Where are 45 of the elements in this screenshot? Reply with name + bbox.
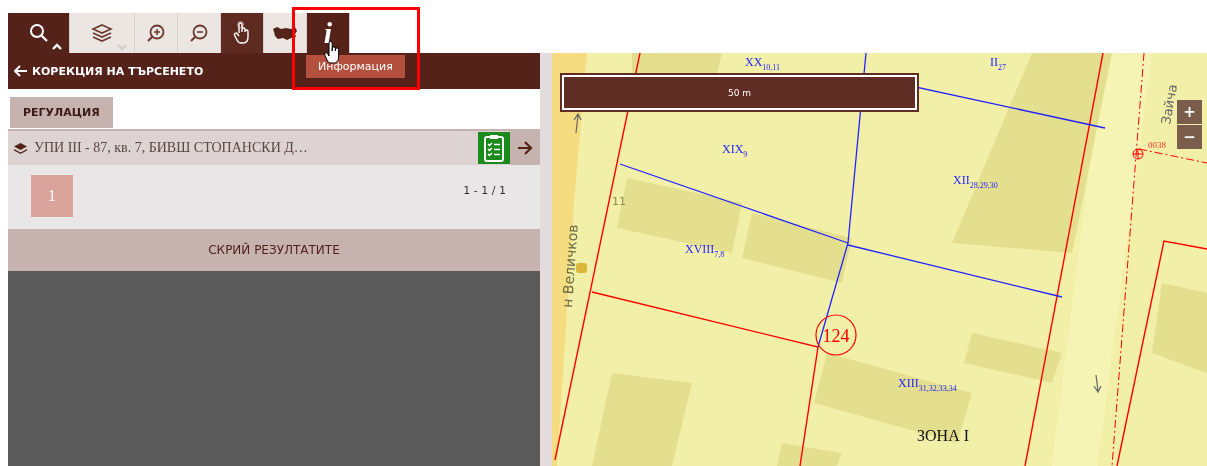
hand-pointer-icon [232,21,252,45]
street-label: Зайча [1158,83,1180,126]
zoom-out-button[interactable]: − [1177,125,1202,149]
parcel-label: XIII$_{31,32,33,34}$ [898,376,957,393]
back-link[interactable]: КОРЕКЦИЯ НА ТЪРСЕНЕТО [14,64,204,78]
result-title: УПИ III - 87, кв. 7, БИВШ СТОПАНСКИ Д… [34,140,309,156]
parcel-label: XII$_{28,29,30}$ [953,173,998,190]
point-label: 0038 [1148,140,1166,150]
zoom-out-tool-button[interactable] [178,13,221,53]
country-map-icon [272,25,298,41]
scale-bar: 50 m [562,75,917,110]
arrow-left-icon [14,65,28,77]
hide-results-button[interactable]: СКРИЙ РЕЗУЛТАТИТЕ [8,229,540,271]
parcel-label: II$_{27}$ [990,55,1006,72]
search-icon [28,23,49,43]
direction-arrow-icon [1093,374,1102,394]
zoom-in-icon [146,23,166,43]
pan-tool-button[interactable] [221,13,264,53]
survey-point-icon [1132,148,1144,160]
street-label: н Величков [559,223,581,309]
zone-label: ЗОНА I [917,427,969,444]
clipboard-checklist-icon [483,134,505,162]
plot-number: 124 [822,326,850,346]
direction-arrow-icon [573,112,582,134]
splitter-handle[interactable] [540,53,552,466]
zoom-out-icon [189,23,209,43]
country-tool-button[interactable] [264,13,307,53]
layers-icon [91,23,113,43]
arrow-right-icon [517,141,533,155]
open-result-button[interactable] [510,131,540,165]
result-range: 1 - 1 / 1 [463,184,506,197]
layers-tool-button[interactable] [70,13,135,53]
parcel-label: XVIII$_{7,8}$ [685,242,725,259]
layers-icon [14,142,27,154]
parcel-label: XX$_{10,11}$ [745,55,781,72]
parcel-label: XIX$_{9}$ [722,142,748,159]
plot-number-circle [815,314,857,356]
zoom-in-button[interactable]: + [1177,100,1202,124]
house-number: 11 [612,195,626,208]
zoom-in-tool-button[interactable] [135,13,178,53]
result-row[interactable]: УПИ III - 87, кв. 7, БИВШ СТОПАНСКИ Д… [8,129,540,165]
search-tool-button[interactable] [8,13,70,53]
tab[interactable]: РЕГУЛАЦИЯ [10,97,113,128]
report-button[interactable] [478,132,510,164]
tooltip: Информация [306,55,405,78]
